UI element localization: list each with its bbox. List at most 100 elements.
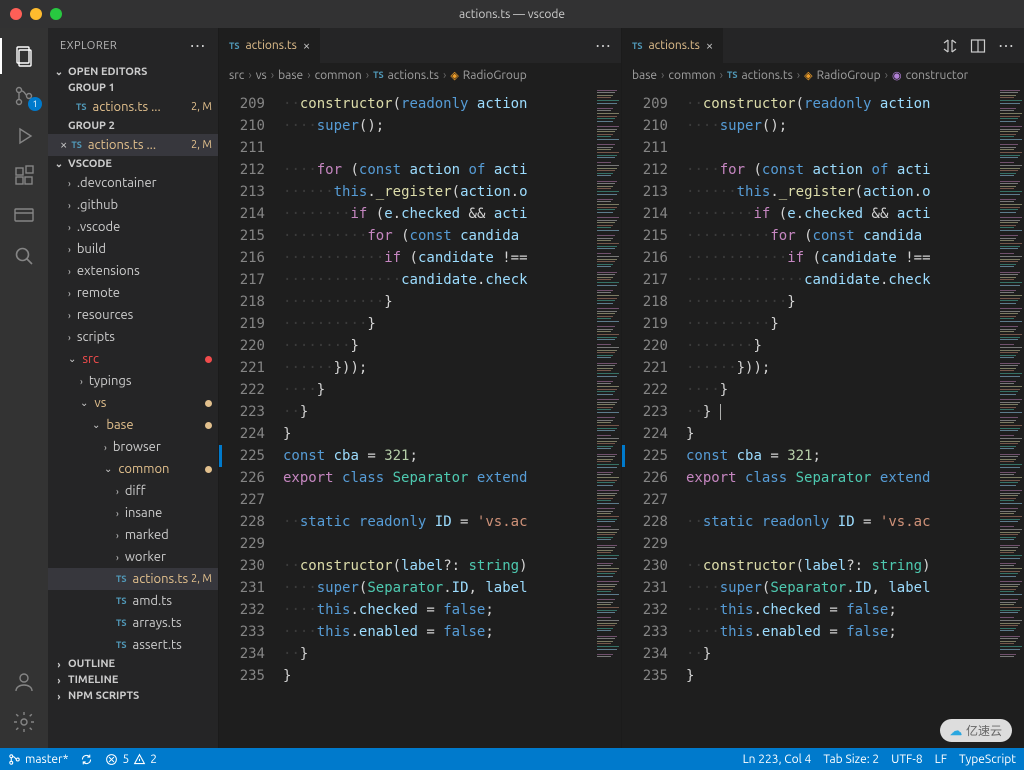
chevron-down-icon: ⌄ [54,158,64,170]
chevron-right-icon: › [116,486,119,497]
folder-item[interactable]: ›worker [48,546,218,568]
compare-icon[interactable] [942,38,958,54]
scm-badge: 2, M [191,101,212,113]
folder-item[interactable]: ›.github [48,194,218,216]
breadcrumb-item[interactable]: common [668,69,715,82]
explorer-tree[interactable]: ⌄ OPEN EDITORS GROUP 1 TS actions.ts ...… [48,64,218,748]
breadcrumb-item[interactable]: base [632,69,657,82]
file-item[interactable]: TSassert.ts [48,634,218,656]
error-count: 5 [122,753,129,766]
minimap[interactable] [595,87,621,748]
breadcrumb[interactable]: src›vs›base›common›TSactions.ts›◈RadioGr… [219,63,621,87]
open-editor-item[interactable]: × TS actions.ts ... 2, M [48,134,218,156]
folder-item[interactable]: › .vscode [48,216,218,238]
ts-file-icon: TS [632,41,643,51]
label: Ln 223, Col 4 [743,753,812,766]
breadcrumb-item[interactable]: base [278,69,303,82]
debug-icon[interactable] [0,116,48,156]
code-editor[interactable]: 209 210 211 212 213 214 215 216 217 218 … [622,87,1024,748]
chevron-right-icon: › [68,222,71,233]
folder-item[interactable]: ›extensions [48,260,218,282]
section-outline[interactable]: › OUTLINE [48,656,218,672]
breadcrumb[interactable]: base›common›TSactions.ts›◈RadioGroup›◉co… [622,63,1024,87]
tab-close-icon[interactable]: × [303,39,310,53]
extensions-icon[interactable] [0,156,48,196]
close-icon[interactable]: × [60,138,67,152]
folder-item[interactable]: ⌄base [48,414,218,436]
section-timeline[interactable]: › TIMELINE [48,672,218,688]
editor-more-icon[interactable]: ⋯ [998,38,1014,54]
folder-item[interactable]: ›remote [48,282,218,304]
folder-item[interactable]: ›resources [48,304,218,326]
chevron-right-icon: › [116,530,119,541]
label: VSCODE [68,158,112,170]
folder-item[interactable]: ›.devcontainer [48,172,218,194]
label: NPM SCRIPTS [68,690,139,702]
status-tabsize[interactable]: Tab Size: 2 [823,753,879,766]
folder-name: .vscode [77,220,212,234]
ts-file-icon: TS [116,640,127,650]
tab-actions[interactable]: TS actions.ts × [219,28,321,63]
account-icon[interactable] [0,662,48,702]
file-item[interactable]: TSactions.ts2, M [48,568,218,590]
breadcrumb-item[interactable]: common [315,69,362,82]
search-icon[interactable] [0,236,48,276]
label: LF [935,753,947,766]
tab-close-icon[interactable]: × [706,39,713,53]
remote-icon[interactable] [0,196,48,236]
breadcrumb-item[interactable]: TSactions.ts [727,69,793,82]
folder-name: build [77,242,212,256]
tab-actions[interactable]: TS actions.ts × [622,28,724,63]
folder-name: scripts [77,330,212,344]
line-gutter: 209 210 211 212 213 214 215 216 217 218 … [219,87,279,748]
breadcrumb-item[interactable]: ◈RadioGroup [450,69,526,82]
editor-pane-1: TS actions.ts × ⋯ src›vs›base›common›TSa… [218,28,621,748]
code-content[interactable]: ··constructor(readonly action ····super(… [686,87,996,748]
breadcrumb-item[interactable]: ◈RadioGroup [804,69,880,82]
code-content[interactable]: ··constructor(readonly action ····super(… [283,87,593,748]
folder-name: common [118,462,205,476]
section-workspace[interactable]: ⌄ VSCODE [48,156,218,172]
folder-item[interactable]: ›typings [48,370,218,392]
section-open-editors[interactable]: ⌄ OPEN EDITORS [48,64,218,80]
editor-more-icon[interactable]: ⋯ [595,38,611,54]
open-editor-item[interactable]: TS actions.ts ... 2, M [48,96,218,118]
minimap[interactable] [998,87,1024,748]
section-npm[interactable]: › NPM SCRIPTS [48,688,218,704]
group-2-label: GROUP 2 [48,118,218,134]
file-item[interactable]: TSarrays.ts [48,612,218,634]
status-branch[interactable]: master* [8,753,68,766]
file-name: actions.ts ... [93,100,191,114]
breadcrumb-item[interactable]: ◉constructor [892,69,968,82]
status-problems[interactable]: 5 2 [105,753,157,766]
breadcrumb-item[interactable]: vs [256,69,267,82]
label: Tab Size: 2 [823,753,879,766]
breadcrumb-item[interactable]: TSactions.ts [373,69,439,82]
chevron-right-icon: › [68,244,71,255]
folder-item[interactable]: ›browser [48,436,218,458]
folder-item[interactable]: ⌄common [48,458,218,480]
split-icon[interactable] [970,38,986,54]
folder-item[interactable]: ›diff [48,480,218,502]
folder-item[interactable]: ›insane [48,502,218,524]
file-item[interactable]: TSamd.ts [48,590,218,612]
folder-item[interactable]: ⌄vs [48,392,218,414]
folder-name: worker [125,550,212,564]
folder-item[interactable]: ⌄src [48,348,218,370]
file-name: arrays.ts [133,616,212,630]
code-editor[interactable]: 209 210 211 212 213 214 215 216 217 218 … [219,87,621,748]
folder-item[interactable]: ›scripts [48,326,218,348]
status-eol[interactable]: LF [935,753,947,766]
status-lang[interactable]: TypeScript [959,753,1016,766]
status-cursor[interactable]: Ln 223, Col 4 [743,753,812,766]
folder-name: remote [77,286,212,300]
breadcrumb-item[interactable]: src [229,69,244,82]
status-sync[interactable] [80,753,93,766]
explorer-more-icon[interactable]: ⋯ [190,38,207,54]
folder-item[interactable]: › build [48,238,218,260]
settings-gear-icon[interactable] [0,702,48,742]
status-encoding[interactable]: UTF-8 [891,753,922,766]
folder-item[interactable]: ›marked [48,524,218,546]
explorer-icon[interactable] [0,36,48,76]
scm-icon[interactable]: 1 [0,76,48,116]
